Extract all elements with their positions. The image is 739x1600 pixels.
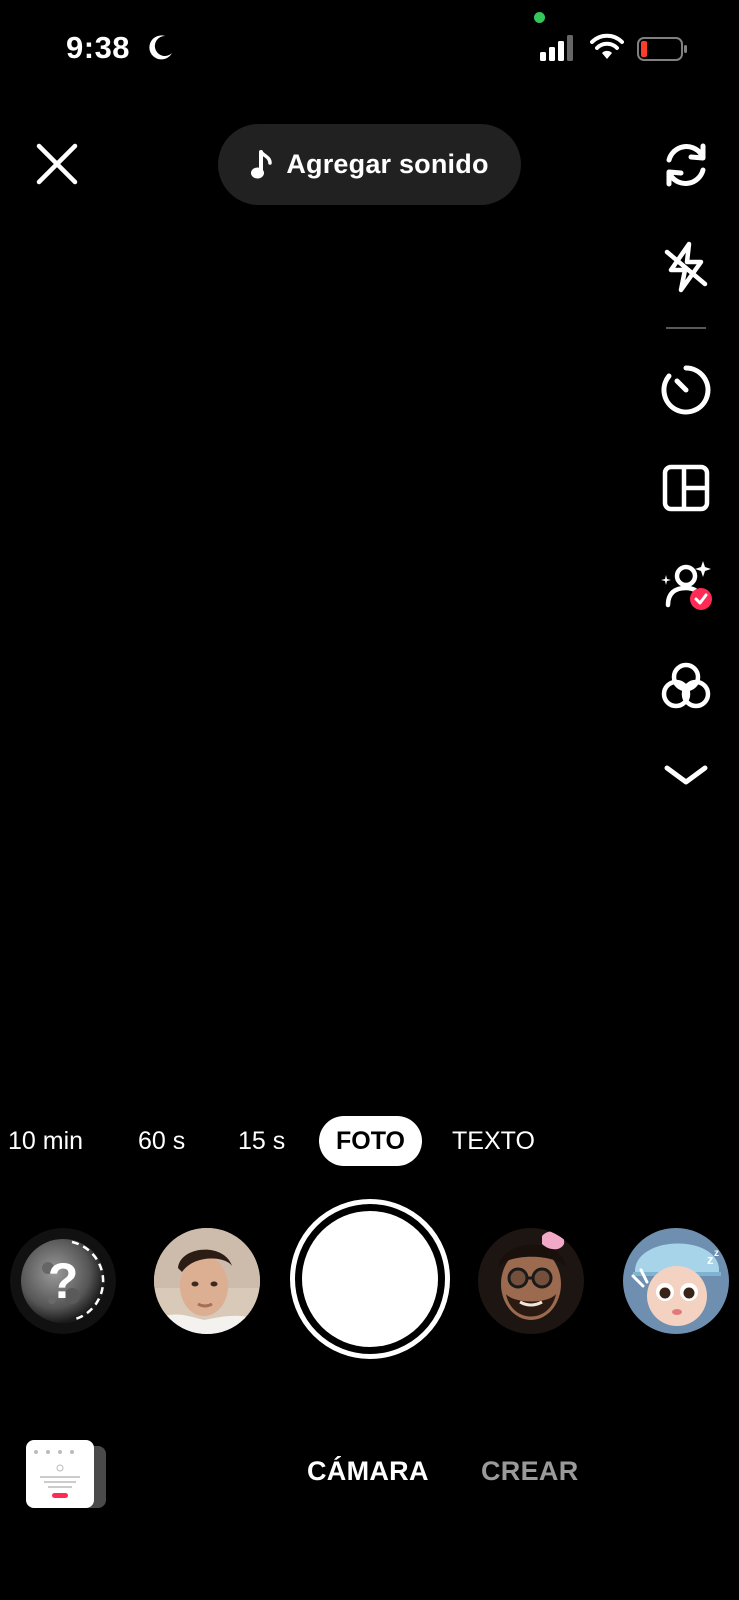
mode-selector: 10 min 60 s 15 s FOTO TEXTO bbox=[0, 1116, 739, 1166]
effect-cartoon-girl[interactable]: z z bbox=[623, 1228, 729, 1334]
svg-text:z: z bbox=[714, 1248, 719, 1259]
more-tools-button[interactable] bbox=[656, 745, 716, 805]
timer-button[interactable] bbox=[656, 360, 716, 420]
random-effect-icon: ? bbox=[10, 1228, 116, 1334]
gallery-button[interactable] bbox=[26, 1440, 108, 1510]
retouch-button[interactable] bbox=[656, 558, 716, 618]
filters-icon bbox=[661, 662, 711, 709]
mode-15s[interactable]: 15 s bbox=[238, 1116, 285, 1166]
flip-camera-button[interactable] bbox=[656, 135, 716, 195]
flip-camera-icon bbox=[666, 143, 706, 187]
filters-button[interactable] bbox=[656, 656, 716, 716]
timer-icon bbox=[661, 365, 711, 415]
signal-icon bbox=[540, 35, 573, 61]
close-button[interactable] bbox=[34, 141, 80, 187]
tab-create[interactable]: CREAR bbox=[481, 1456, 579, 1487]
flash-button[interactable] bbox=[656, 237, 716, 297]
retouch-icon bbox=[661, 561, 712, 610]
effect-face-2[interactable] bbox=[478, 1228, 584, 1334]
privacy-indicator bbox=[534, 12, 545, 23]
shutter-button[interactable] bbox=[290, 1199, 450, 1359]
mode-60s[interactable]: 60 s bbox=[138, 1116, 185, 1166]
layout-button[interactable] bbox=[656, 458, 716, 518]
effect-thumbnail bbox=[154, 1228, 260, 1334]
toolbar-divider bbox=[666, 327, 706, 329]
shutter-inner bbox=[302, 1211, 438, 1347]
add-sound-label: Agregar sonido bbox=[286, 149, 489, 179]
mode-texto[interactable]: TEXTO bbox=[452, 1116, 535, 1166]
battery-icon bbox=[637, 37, 687, 61]
effect-thumbnail: z z bbox=[623, 1228, 729, 1334]
mode-10min[interactable]: 10 min bbox=[8, 1116, 83, 1166]
layout-icon bbox=[662, 464, 710, 512]
effect-face-1[interactable] bbox=[154, 1228, 260, 1334]
tab-camera[interactable]: CÁMARA bbox=[307, 1456, 429, 1487]
wifi-icon bbox=[590, 33, 624, 59]
status-time: 9:38 bbox=[66, 30, 131, 65]
random-effect-button[interactable]: ? bbox=[10, 1228, 116, 1334]
chevron-down-icon bbox=[664, 765, 708, 785]
svg-text:z: z bbox=[707, 1252, 714, 1267]
effect-thumbnail bbox=[478, 1228, 584, 1334]
add-sound-button[interactable]: Agregar sonido bbox=[218, 124, 521, 205]
mode-foto[interactable]: FOTO bbox=[319, 1116, 422, 1166]
question-mark: ? bbox=[48, 1253, 79, 1309]
flash-off-icon bbox=[664, 241, 708, 293]
music-note-icon bbox=[251, 149, 273, 178]
gallery-thumbnail bbox=[26, 1440, 106, 1508]
moon-icon bbox=[149, 35, 172, 60]
